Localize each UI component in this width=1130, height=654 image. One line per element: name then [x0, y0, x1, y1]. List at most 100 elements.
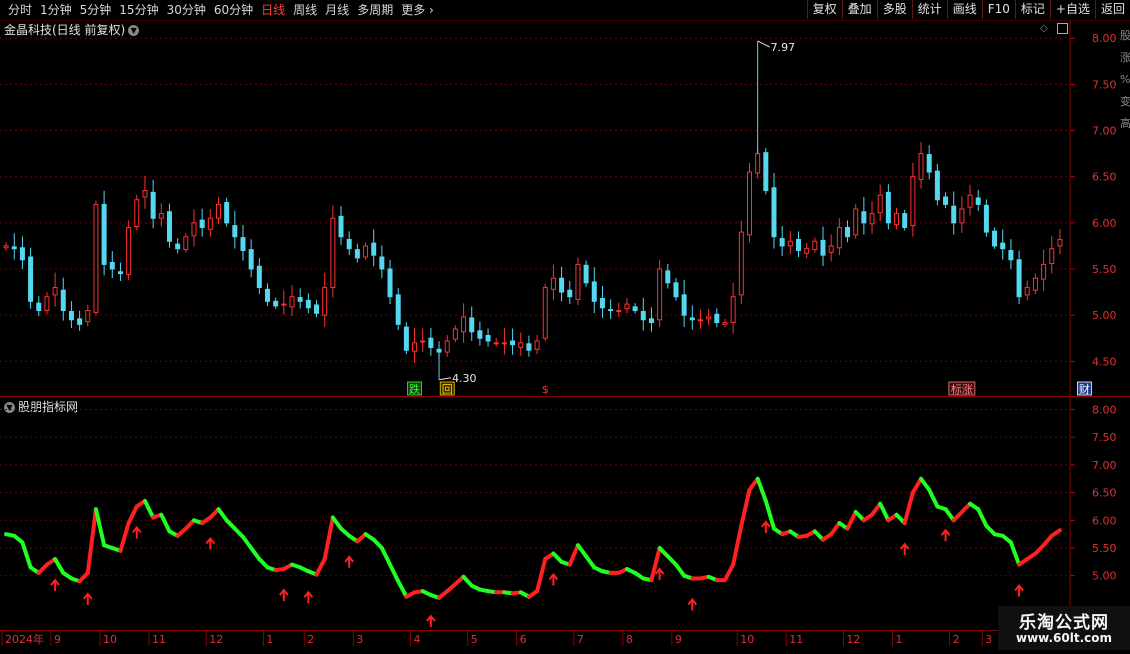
candle-body: [861, 211, 867, 224]
candle-body: [215, 203, 221, 219]
period-tab[interactable]: 60分钟: [210, 2, 257, 18]
period-tab[interactable]: 1分钟: [36, 2, 76, 18]
period-tab[interactable]: 15分钟: [115, 2, 162, 18]
candle-body: [967, 194, 973, 208]
candle-body: [354, 249, 360, 259]
indicator-svg[interactable]: 5.005.506.006.507.007.508.002024年 9 10 11 12…: [0, 398, 1130, 650]
period-tab[interactable]: 更多 ›: [397, 2, 438, 18]
candle-body: [771, 187, 777, 238]
candle-body: [640, 310, 646, 321]
candle-body: [616, 310, 622, 313]
y-tick-label: 5.50: [1092, 263, 1117, 276]
candle-body: [134, 199, 140, 228]
tool-button[interactable]: 标记: [1014, 0, 1050, 19]
tool-button[interactable]: 画线: [946, 0, 982, 19]
candle-body: [673, 282, 679, 298]
indicator-segment: [919, 476, 932, 492]
candle-body: [77, 318, 83, 325]
candle-body: [510, 340, 516, 346]
indicator-segment: [584, 554, 597, 570]
candle-body: [485, 334, 491, 342]
candle-body: [338, 215, 344, 238]
candle-body: [853, 208, 859, 236]
candle-body: [363, 245, 369, 258]
candle-body: [755, 153, 761, 174]
candle-body: [371, 242, 377, 256]
x-tick-label: 11: [789, 633, 803, 646]
x-tick-label: 11: [152, 633, 166, 646]
indicator-segment: [20, 540, 33, 570]
candle-body: [207, 217, 213, 230]
period-tab[interactable]: 日线: [257, 2, 289, 18]
indicator-chart[interactable]: 5.00 5.50 6.00 6.50 7.00 7.50 8.00 2024年 9 10 11 12…: [0, 398, 1130, 650]
candle-body: [346, 238, 352, 250]
candle-body: [126, 226, 132, 276]
period-tab[interactable]: 周线: [289, 2, 321, 18]
candle-body: [19, 247, 25, 261]
side-label: 涨: [1120, 51, 1130, 64]
tool-button[interactable]: F10: [981, 0, 1015, 19]
candle-body: [314, 304, 320, 314]
candle-body: [28, 256, 34, 302]
period-tab[interactable]: 分时: [4, 2, 36, 18]
x-tick-label: 12: [846, 633, 860, 646]
y-tick-label: 8.00: [1092, 404, 1117, 417]
x-tick-label: 12: [209, 633, 223, 646]
extreme-label: 4.30: [452, 372, 477, 385]
period-tab[interactable]: 月线: [321, 2, 353, 18]
candlestick-chart[interactable]: 4.50 5.00 5.50 6.00 6.50 7.00 7.50 8.00 股涨% 变高 7.9…: [0, 21, 1130, 397]
x-tick-label: 4: [413, 633, 420, 646]
candle-body: [951, 205, 957, 224]
candle-body: [787, 240, 793, 247]
period-tab[interactable]: 5分钟: [76, 2, 116, 18]
x-tick-label: 1: [266, 633, 273, 646]
tool-button[interactable]: 返回: [1094, 0, 1130, 19]
candle-body: [322, 286, 328, 316]
candle-body: [477, 330, 483, 339]
event-marker: $: [542, 383, 549, 396]
indicator-segment: [878, 501, 891, 523]
candle-body: [199, 219, 205, 228]
candle-body: [493, 342, 499, 345]
extreme-label: 7.97: [771, 41, 796, 54]
y-tick-label: 7.00: [1092, 125, 1117, 138]
candle-body: [240, 237, 246, 252]
x-tick-label: 8: [626, 633, 633, 646]
x-tick-label: 2: [307, 633, 314, 646]
tool-button[interactable]: 多股: [876, 0, 912, 19]
period-tab[interactable]: 30分钟: [163, 2, 210, 18]
candle-body: [265, 288, 270, 302]
indicator-segment: [314, 557, 327, 577]
x-tick-label: 10: [740, 633, 754, 646]
indicator-segment: [1049, 528, 1062, 538]
tool-buttons: 复权 叠加 多股 统计 画线 F10 标记 +自选 返回: [806, 0, 1130, 19]
event-marker: 标涨: [951, 382, 973, 396]
candle-body: [420, 340, 426, 343]
y-tick-label: 7.50: [1092, 78, 1117, 91]
period-tab[interactable]: 多周期: [353, 2, 397, 18]
main-chart[interactable]: 4.50 5.00 5.50 6.00 6.50 7.00 7.50 8.00 股涨% 变高 7.9…: [0, 21, 1130, 397]
candle-body: [3, 245, 9, 249]
indicator-segment: [755, 476, 768, 503]
tool-button[interactable]: 复权: [806, 0, 842, 19]
candle-body: [403, 326, 409, 351]
tool-button[interactable]: 统计: [911, 0, 947, 19]
candle-body: [52, 286, 58, 296]
x-tick-label: 2: [953, 633, 960, 646]
candle-body: [330, 217, 336, 288]
tool-button[interactable]: +自选: [1049, 0, 1095, 19]
candle-body: [101, 203, 107, 265]
indicator-segment: [216, 507, 229, 523]
tool-button[interactable]: 叠加: [841, 0, 877, 19]
candle-body: [632, 306, 638, 312]
candle-body: [224, 202, 230, 224]
indicator-segment: [330, 515, 344, 531]
candle-body: [526, 343, 532, 351]
candle-body: [820, 239, 826, 256]
candle-body: [150, 191, 156, 219]
candle-body: [436, 348, 442, 353]
candle-body: [395, 294, 401, 325]
x-tick-label: 5: [471, 633, 478, 646]
x-tick-label: 7: [577, 633, 584, 646]
indicator-segment: [910, 476, 924, 495]
